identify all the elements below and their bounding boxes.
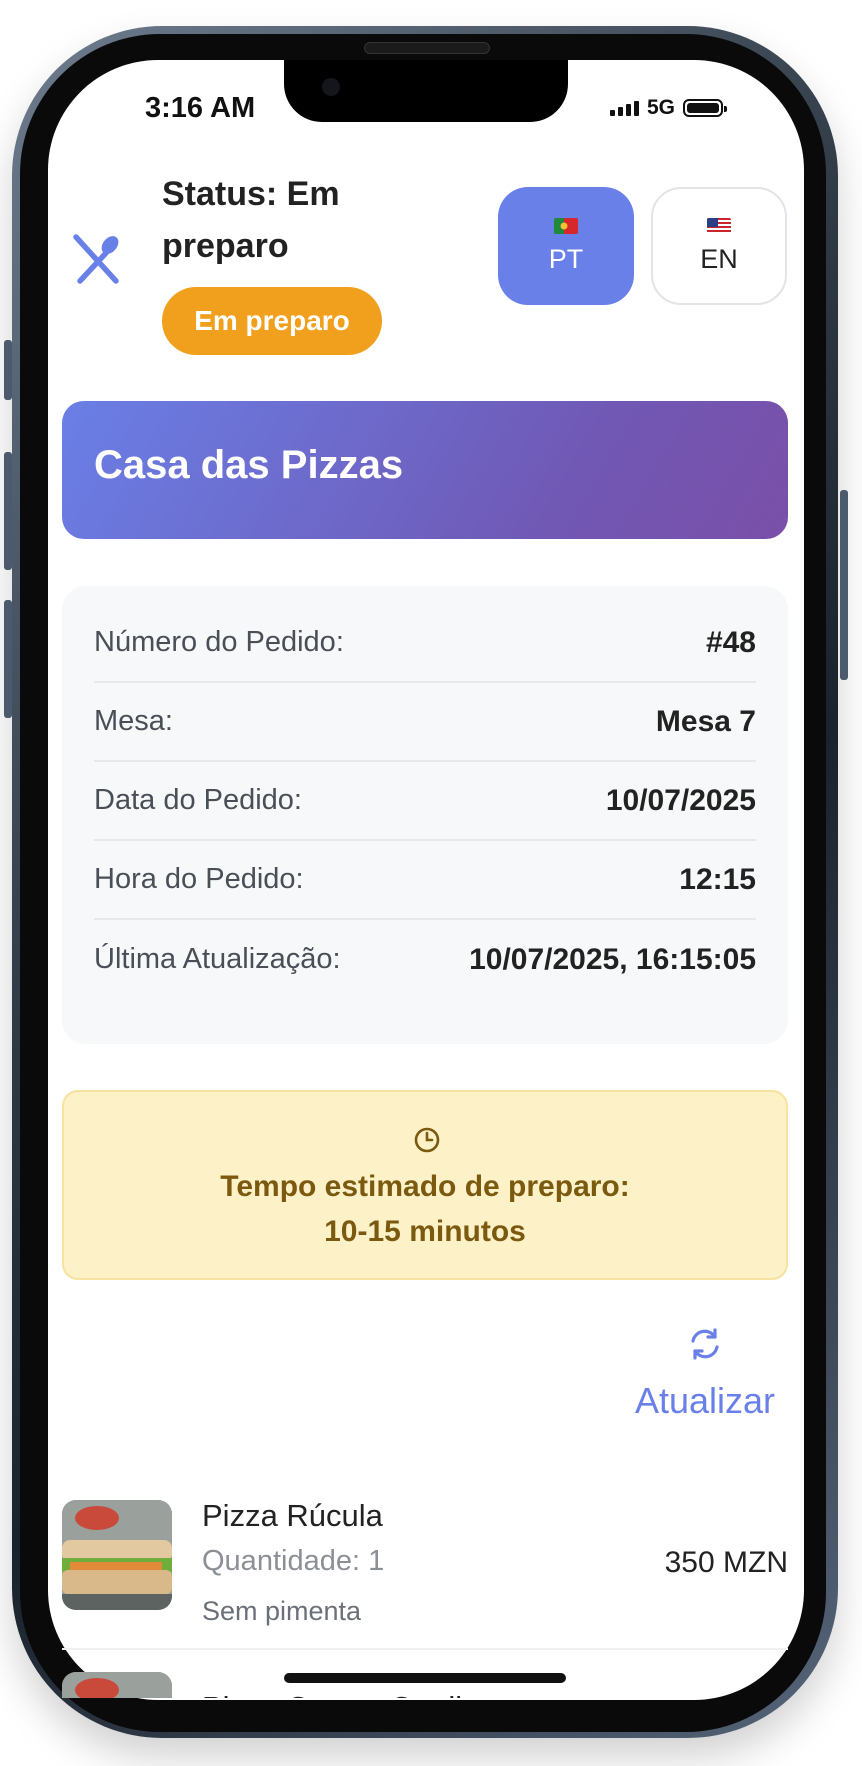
status-time: 3:16 AM <box>145 92 256 124</box>
detail-label: Última Atualização: <box>94 943 341 975</box>
order-details-card: Número do Pedido: #48 Mesa: Mesa 7 Data … <box>62 586 788 1044</box>
detail-value: 10/07/2025, 16:15:05 <box>469 942 756 976</box>
detail-label: Data do Pedido: <box>94 784 302 816</box>
refresh-button[interactable]: Atualizar <box>630 1320 780 1421</box>
mute-switch <box>4 340 12 400</box>
front-camera <box>322 78 340 96</box>
detail-row-last-update: Última Atualização: 10/07/2025, 16:15:05 <box>94 920 756 999</box>
detail-value: 10/07/2025 <box>605 783 756 817</box>
refresh-label: Atualizar <box>634 1380 776 1421</box>
item-note: Sem pimenta <box>202 1596 362 1626</box>
item-price: 350 MZN <box>664 1546 788 1579</box>
detail-value: Mesa 7 <box>655 704 756 738</box>
us-flag-icon <box>707 217 731 234</box>
network-type: 5G <box>647 96 676 119</box>
detail-value: 12:15 <box>679 862 756 896</box>
restaurant-banner: Casa das Pizzas <box>62 401 788 539</box>
power-button <box>840 490 848 680</box>
speaker <box>364 42 490 54</box>
detail-row-order-date: Data do Pedido: 10/07/2025 <box>94 762 756 841</box>
order-item[interactable]: Pizza Rúcula Quantidade: 1 Sem pimenta 3… <box>62 1480 788 1650</box>
signal-icon <box>610 100 639 116</box>
volume-up-button <box>4 452 12 570</box>
language-label-pt: PT <box>548 243 584 274</box>
status-indicators: 5G <box>610 96 728 120</box>
restaurant-name: Casa das Pizzas <box>94 443 404 487</box>
item-name: Pizza Rúcula <box>202 1498 383 1533</box>
item-quantity: Quantidade: 1 <box>202 1545 385 1577</box>
utensils-icon <box>73 234 119 284</box>
detail-row-order-time: Hora do Pedido: 12:15 <box>94 841 756 920</box>
estimated-time-label: Tempo estimado de preparo: <box>220 1170 630 1203</box>
refresh-icon <box>691 1328 719 1360</box>
item-name: Pizza Quatro Queijos <box>202 1690 495 1698</box>
detail-label: Hora do Pedido: <box>94 863 304 895</box>
language-button-en[interactable]: EN <box>651 187 787 305</box>
clock-icon <box>414 1127 440 1153</box>
estimated-time-value: 10-15 minutos <box>324 1215 526 1248</box>
order-status-title: Status: Em preparo <box>162 175 340 265</box>
detail-row-order-number: Número do Pedido: #48 <box>94 604 756 683</box>
detail-row-table: Mesa: Mesa 7 <box>94 683 756 762</box>
food-image <box>62 1672 172 1698</box>
language-button-pt[interactable]: PT <box>498 187 634 305</box>
detail-label: Número do Pedido: <box>94 626 344 658</box>
estimated-time-box: Tempo estimado de preparo: 10-15 minutos <box>62 1090 788 1280</box>
portugal-flag-icon <box>554 217 578 234</box>
status-badge: Em preparo <box>162 287 382 355</box>
detail-value: #48 <box>705 625 756 659</box>
home-indicator <box>284 1673 566 1683</box>
food-image <box>62 1500 172 1610</box>
volume-down-button <box>4 600 12 718</box>
language-label-en: EN <box>700 243 738 274</box>
battery-icon <box>683 99 728 117</box>
detail-label: Mesa: <box>94 705 173 737</box>
